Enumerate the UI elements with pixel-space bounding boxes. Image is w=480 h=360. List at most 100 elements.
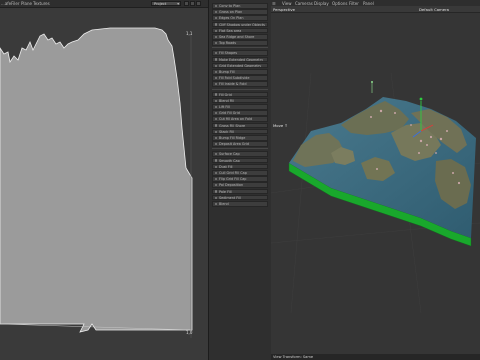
visibility-icon[interactable] bbox=[214, 76, 217, 80]
visibility-icon[interactable] bbox=[214, 202, 217, 205]
menu-item-textures[interactable]: Textures bbox=[33, 1, 50, 6]
projection-label[interactable]: Perspective bbox=[273, 7, 295, 12]
layer-row[interactable]: Fill Grid bbox=[212, 91, 268, 98]
layer-label: Cut fill Area on Fold bbox=[219, 117, 253, 122]
visibility-icon[interactable] bbox=[214, 196, 217, 199]
visibility-icon[interactable] bbox=[214, 52, 217, 55]
visibility-icon[interactable] bbox=[214, 4, 217, 7]
layer-label: Grid Extended Geometry bbox=[219, 63, 262, 68]
layer-label: Fill Shapes bbox=[219, 51, 237, 56]
group-separator bbox=[212, 88, 268, 90]
layer-row[interactable]: Pal Deposition bbox=[212, 182, 268, 188]
visibility-icon[interactable] bbox=[214, 41, 217, 45]
layer-label: Sea Ridge and Shore bbox=[219, 35, 255, 39]
layer-label: Sediment Fill bbox=[219, 195, 241, 200]
uv-corner-bottom-right: 1,0 bbox=[186, 330, 193, 335]
visibility-icon[interactable] bbox=[214, 153, 217, 156]
origin-marker bbox=[371, 81, 373, 93]
layer-row[interactable]: Flip Grid Fill Cap bbox=[212, 176, 268, 182]
visibility-icon[interactable] bbox=[214, 190, 217, 193]
layer-row[interactable]: Flat Sea area bbox=[212, 27, 268, 34]
tool-icon-1[interactable] bbox=[184, 1, 189, 6]
layer-row[interactable]: Sea Ridge and Shore bbox=[212, 34, 268, 40]
layer-label: Conv to Plan bbox=[219, 4, 241, 8]
layer-row[interactable]: Make Extended Geometry bbox=[212, 56, 268, 63]
layer-row[interactable]: Grass Fill Shore bbox=[212, 122, 268, 129]
uv-editor-panel: ...afeFiler Plane Textures Project ▾ 1,1… bbox=[0, 0, 208, 360]
visibility-icon[interactable] bbox=[214, 29, 217, 32]
tool-icon-2[interactable] bbox=[190, 1, 195, 6]
layer-row[interactable]: Bump Fill bbox=[212, 69, 268, 75]
layer-row[interactable]: Grass on Plan bbox=[212, 9, 268, 15]
uv-editor-menubar: ...afeFiler Plane Textures Project ▾ bbox=[0, 0, 208, 8]
layer-label: Grass on Plan bbox=[219, 10, 243, 15]
tool-icon-3[interactable] bbox=[196, 1, 201, 6]
layer-row[interactable]: Grid Extended Geometry bbox=[212, 62, 268, 69]
layer-row[interactable]: Conv to Plan bbox=[212, 3, 268, 9]
layer-panel: Conv to Plan Grass on Plan Edges On Plan Cl… bbox=[208, 0, 272, 360]
project-dropdown[interactable]: Project ▾ bbox=[151, 1, 181, 6]
visibility-icon[interactable] bbox=[214, 159, 217, 162]
layer-label: Lift Fill bbox=[219, 105, 230, 109]
layer-row[interactable]: Surface Cap bbox=[212, 151, 268, 157]
layer-row[interactable]: Dust Fill bbox=[212, 163, 268, 170]
camera-label[interactable]: Default Camera bbox=[419, 7, 449, 12]
layer-row[interactable]: Pale Fill bbox=[212, 188, 268, 195]
layer-row[interactable]: Lift Fill bbox=[212, 104, 268, 110]
visibility-icon[interactable] bbox=[214, 136, 217, 139]
layer-row[interactable]: Grid Fill Grid bbox=[212, 110, 268, 116]
viewport-header: Perspective Default Camera bbox=[271, 6, 480, 13]
visibility-icon[interactable] bbox=[214, 171, 217, 174]
visibility-icon[interactable] bbox=[214, 184, 217, 187]
layer-row[interactable]: Fill Fold Subdivide bbox=[212, 75, 268, 81]
visibility-icon[interactable] bbox=[214, 165, 217, 168]
layer-row[interactable]: Blend bbox=[212, 201, 268, 207]
move-gizmo-label: Move ↑ bbox=[273, 123, 288, 128]
layer-label: Grid Fill Grid bbox=[219, 111, 240, 116]
layer-row[interactable]: Fill Shapes bbox=[212, 50, 268, 56]
layer-row[interactable]: Top Roads bbox=[212, 40, 268, 46]
layer-row[interactable]: Fill Inside & Fold bbox=[212, 81, 268, 87]
chevron-down-icon: ▾ bbox=[177, 2, 179, 6]
layer-row[interactable]: Smooth Cap bbox=[212, 157, 268, 164]
viewport-status-bar: View Transform: Same bbox=[271, 354, 480, 360]
visibility-icon[interactable] bbox=[214, 23, 217, 26]
visibility-icon[interactable] bbox=[214, 118, 217, 121]
layer-label: Surface Cap bbox=[219, 152, 240, 157]
layer-label: Fill Fold Subdivide bbox=[219, 76, 250, 81]
project-dropdown-value: Project bbox=[154, 2, 167, 6]
visibility-icon[interactable] bbox=[214, 105, 217, 108]
layer-row[interactable]: Deposit Area Grid bbox=[212, 141, 268, 147]
visibility-icon[interactable] bbox=[214, 83, 217, 86]
visibility-icon[interactable] bbox=[214, 124, 217, 127]
visibility-icon[interactable] bbox=[214, 10, 217, 14]
layer-row[interactable]: Edges On Plan bbox=[212, 15, 268, 21]
visibility-icon[interactable] bbox=[214, 142, 217, 146]
layer-row[interactable]: Sediment Fill bbox=[212, 194, 268, 201]
visibility-icon[interactable] bbox=[214, 99, 217, 102]
visibility-icon[interactable] bbox=[214, 70, 217, 73]
3d-viewport[interactable]: Move ↑ bbox=[271, 13, 480, 354]
layer-row[interactable]: Cut fill Area on Fold bbox=[212, 116, 268, 122]
layer-row[interactable]: Bump Fill Ridge bbox=[212, 135, 268, 141]
visibility-icon[interactable] bbox=[214, 111, 217, 115]
viewport-panel: ☰ View Cameras Display Options Filter Pa… bbox=[271, 0, 480, 360]
visibility-icon[interactable] bbox=[214, 93, 217, 96]
layer-label: Pal Deposition bbox=[219, 183, 244, 188]
uv-island[interactable] bbox=[0, 27, 193, 333]
visibility-icon[interactable] bbox=[214, 64, 217, 67]
layer-label: Flip Grid Fill Cap bbox=[219, 177, 247, 182]
layer-row[interactable]: Cliff Shadow under Objects bbox=[212, 21, 268, 28]
layer-row[interactable]: Stack Fill bbox=[212, 128, 268, 135]
visibility-icon[interactable] bbox=[214, 130, 217, 133]
menu-item-safefilter[interactable]: ...afeFiler bbox=[1, 1, 19, 6]
layer-label: Smooth Cap bbox=[219, 158, 240, 163]
visibility-icon[interactable] bbox=[214, 35, 217, 38]
visibility-icon[interactable] bbox=[214, 17, 217, 20]
layer-row[interactable]: Blend Fill bbox=[212, 97, 268, 104]
visibility-icon[interactable] bbox=[214, 177, 217, 181]
uv-canvas[interactable]: 1,1 1,0 bbox=[0, 8, 208, 360]
visibility-icon[interactable] bbox=[214, 58, 217, 61]
menu-item-plane[interactable]: Plane bbox=[21, 1, 32, 6]
layer-row[interactable]: Cull Grid Fill Cap bbox=[212, 170, 268, 176]
